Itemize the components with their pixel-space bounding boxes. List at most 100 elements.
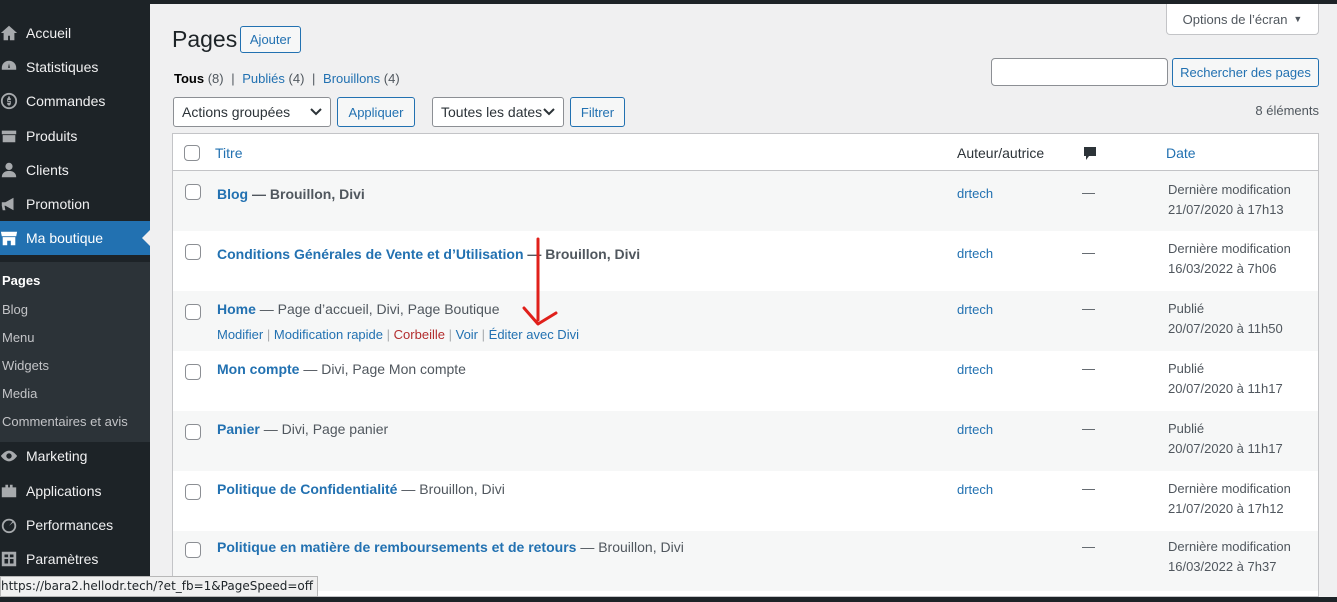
sidebar-item-produits[interactable]: Produits <box>0 119 150 153</box>
sidebar-item-label: Applications <box>26 483 102 499</box>
sidebar-item-commandes[interactable]: Commandes <box>0 84 150 118</box>
screen-options-label: Options de l’écran <box>1182 11 1288 27</box>
filter-all[interactable]: Tous (8) <box>174 71 224 86</box>
sidebar-item-label: Ma boutique <box>26 230 104 246</box>
row-checkbox[interactable] <box>185 244 201 260</box>
submenu-item-pages[interactable]: Pages <box>2 273 40 288</box>
date-cell: Publié 20/07/2020 à 11h17 <box>1168 421 1283 456</box>
date-cell: Publié 20/07/2020 à 11h17 <box>1168 361 1283 396</box>
chevron-down-icon <box>310 108 322 116</box>
row-checkbox[interactable] <box>185 424 201 440</box>
marketing-icon <box>0 447 18 465</box>
caret-down-icon: ▼ <box>1293 14 1303 24</box>
add-page-button[interactable]: Ajouter <box>240 26 301 53</box>
page-title-link[interactable]: Mon compte <box>217 361 299 377</box>
user-icon <box>0 161 18 179</box>
submenu-item-blog[interactable]: Blog <box>2 302 28 317</box>
author-link[interactable]: drtech <box>957 186 993 201</box>
page-title-link[interactable]: Blog <box>217 186 248 202</box>
column-title-header[interactable]: Titre <box>215 145 242 161</box>
page-title-link[interactable]: Home <box>217 301 256 317</box>
row-checkbox[interactable] <box>185 542 201 558</box>
row-checkbox[interactable] <box>185 184 201 200</box>
sidebar-item-parametres[interactable]: Paramètres <box>0 542 150 576</box>
sidebar-item-ma-boutique[interactable]: Ma boutique <box>0 221 150 255</box>
annotation-arrow <box>522 237 558 326</box>
items-count: 8 éléments <box>1255 103 1319 118</box>
sidebar-item-label: Commandes <box>26 93 106 109</box>
table-row: Blog — Brouillon, Divi drtech — Dernière… <box>173 171 1318 231</box>
plugin-icon <box>0 482 18 500</box>
author-link[interactable]: drtech <box>957 482 993 497</box>
submenu-item-widgets[interactable]: Widgets <box>2 358 49 373</box>
sidebar-item-label: Paramètres <box>26 551 99 567</box>
pages-table: Titre Auteur/autrice Date Blog — Brouill… <box>172 133 1319 597</box>
screen-options-button[interactable]: Options de l’écran ▼ <box>1166 4 1319 35</box>
search-input[interactable] <box>991 58 1168 86</box>
sidebar-item-label: Clients <box>26 162 69 178</box>
edit-link[interactable]: Modifier <box>217 327 263 342</box>
date-cell: Dernière modification 21/07/2020 à 17h13 <box>1168 182 1291 217</box>
table-row: Politique en matière de remboursements e… <box>173 531 1318 591</box>
author-link[interactable]: drtech <box>957 302 993 317</box>
filter-drafts[interactable]: Brouillons (4) <box>323 71 400 86</box>
sidebar-item-marketing[interactable]: Marketing <box>0 439 150 473</box>
sidebar-item-applications[interactable]: Applications <box>0 474 150 508</box>
sidebar-item-label: Produits <box>26 128 78 144</box>
quick-edit-link[interactable]: Modification rapide <box>274 327 383 342</box>
column-date-header[interactable]: Date <box>1166 145 1196 161</box>
stats-icon <box>0 58 18 76</box>
page-title-link[interactable]: Politique de Confidentialité <box>217 481 397 497</box>
table-row: Panier — Divi, Page panier drtech — Publ… <box>173 411 1318 471</box>
table-row: Politique de Confidentialité — Brouillon… <box>173 471 1318 531</box>
row-checkbox[interactable] <box>185 484 201 500</box>
admin-top-bar <box>0 0 1337 4</box>
comments-count: — <box>1082 185 1095 200</box>
sidebar-item-accueil[interactable]: Accueil <box>0 16 150 50</box>
trash-link[interactable]: Corbeille <box>394 327 445 342</box>
dollar-icon <box>0 92 18 110</box>
bulk-actions-select[interactable]: Actions groupées <box>173 97 331 127</box>
author-link[interactable]: drtech <box>957 246 993 261</box>
row-checkbox[interactable] <box>185 304 201 320</box>
comments-count: — <box>1082 421 1095 436</box>
filter-published[interactable]: Publiés (4) <box>242 71 304 86</box>
sidebar-item-statistiques[interactable]: Statistiques <box>0 50 150 84</box>
author-link[interactable]: drtech <box>957 362 993 377</box>
comments-count: — <box>1082 539 1095 554</box>
filter-button[interactable]: Filtrer <box>570 97 625 127</box>
date-cell: Dernière modification 21/07/2020 à 17h12 <box>1168 481 1291 516</box>
page-title-link[interactable]: Panier <box>217 421 260 437</box>
sidebar-item-label: Accueil <box>26 25 72 41</box>
table-row: Conditions Générales de Vente et d’Utili… <box>173 231 1318 291</box>
comments-count: — <box>1082 245 1095 260</box>
comments-count: — <box>1082 361 1095 376</box>
row-checkbox[interactable] <box>185 364 201 380</box>
submenu-item-media[interactable]: Media <box>2 386 37 401</box>
chevron-down-icon <box>543 108 555 116</box>
column-author-header: Auteur/autrice <box>957 145 1045 161</box>
sidebar-item-performances[interactable]: Performances <box>0 508 150 542</box>
submenu-item-commentaires[interactable]: Commentaires et avis <box>2 414 128 429</box>
sidebar-submenu: Pages Blog Menu Widgets Media Commentair… <box>0 262 150 442</box>
page-title-link[interactable]: Conditions Générales de Vente et d’Utili… <box>217 246 524 262</box>
sidebar-item-label: Promotion <box>26 196 90 212</box>
select-all-checkbox[interactable] <box>184 145 200 161</box>
admin-sidebar: Accueil Statistiques Commandes Produits … <box>0 4 150 602</box>
submenu-item-menu[interactable]: Menu <box>2 330 35 345</box>
browser-status-url: https://bara2.hellodr.tech/?et_fb=1&Page… <box>0 576 318 597</box>
date-cell: Publié 20/07/2020 à 11h50 <box>1168 301 1283 336</box>
date-filter-select[interactable]: Toutes les dates <box>432 97 564 127</box>
search-pages-button[interactable]: Rechercher des pages <box>1172 58 1319 87</box>
table-row: Mon compte — Divi, Page Mon compte drtec… <box>173 351 1318 411</box>
view-link[interactable]: Voir <box>456 327 478 342</box>
apply-bulk-button[interactable]: Appliquer <box>337 97 415 127</box>
author-link[interactable]: drtech <box>957 422 993 437</box>
comments-count: — <box>1082 481 1095 496</box>
sidebar-item-promotion[interactable]: Promotion <box>0 187 150 221</box>
sidebar-item-clients[interactable]: Clients <box>0 153 150 187</box>
date-cell: Dernière modification 16/03/2022 à 7h06 <box>1168 241 1291 276</box>
megaphone-icon <box>0 195 18 213</box>
page-title-link[interactable]: Politique en matière de remboursements e… <box>217 539 576 555</box>
comment-icon[interactable] <box>1083 146 1097 161</box>
